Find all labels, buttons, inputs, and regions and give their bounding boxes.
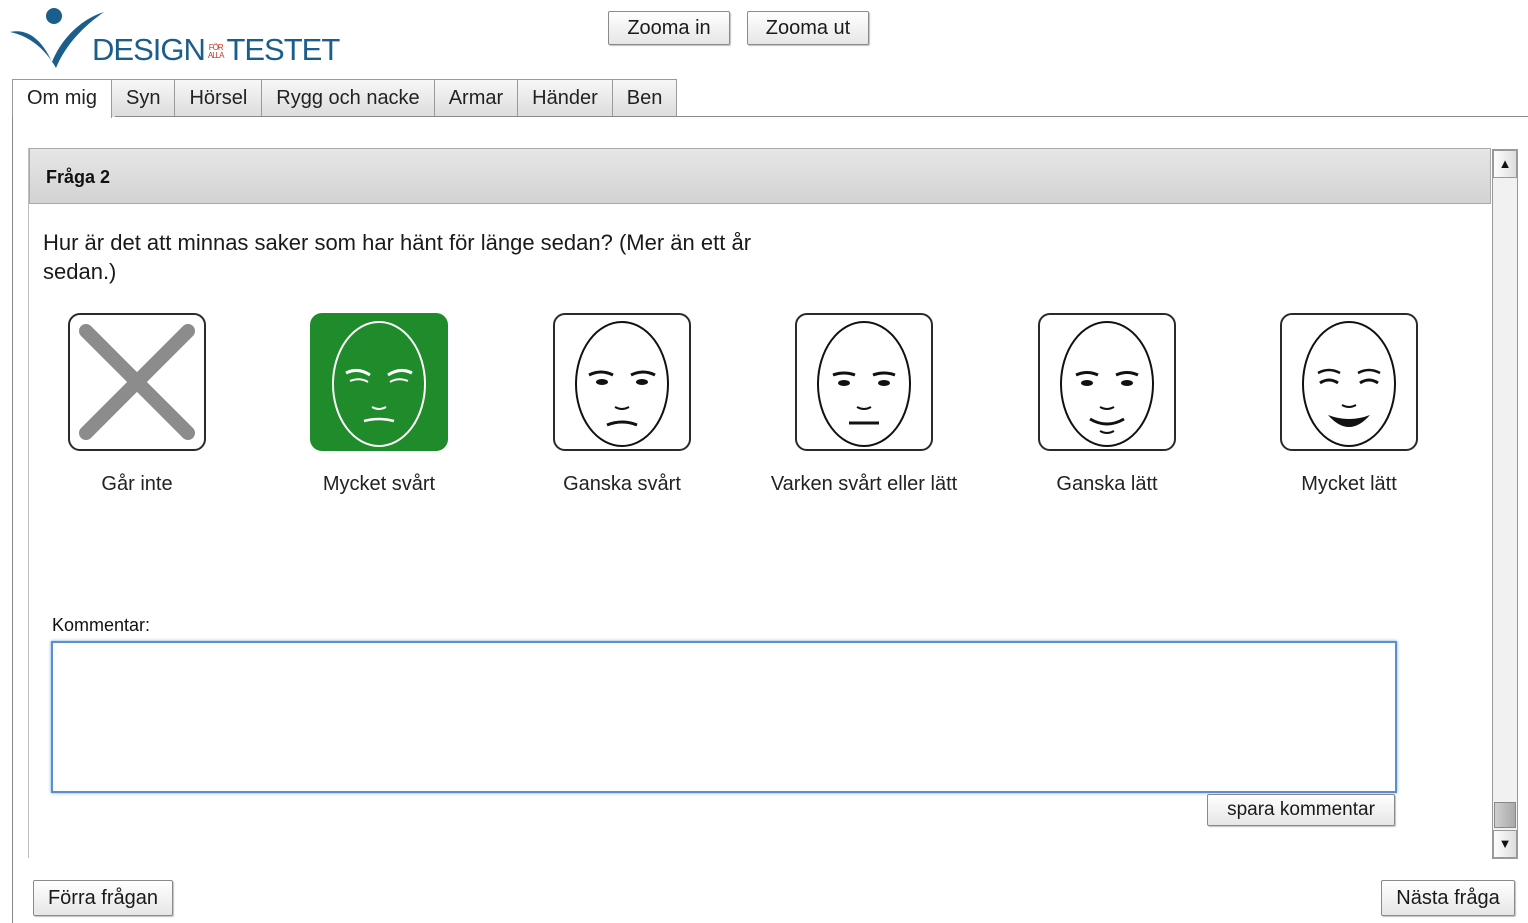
tab-syn[interactable]: Syn <box>111 79 176 117</box>
tab-armar[interactable]: Armar <box>433 79 519 117</box>
next-question-button[interactable]: Nästa fråga <box>1381 880 1515 916</box>
option-ganska-latt[interactable]: Ganska lätt <box>997 313 1217 497</box>
face-very-hard-icon[interactable] <box>310 313 448 451</box>
scroll-thumb[interactable] <box>1494 802 1516 828</box>
option-ganska-svart[interactable]: Ganska svårt <box>512 313 732 497</box>
content-border <box>12 116 13 923</box>
cross-icon[interactable] <box>68 313 206 451</box>
option-label: Ganska svårt <box>563 473 681 495</box>
face-neutral-icon[interactable] <box>795 313 933 451</box>
tab-horsel[interactable]: Hörsel <box>174 79 263 117</box>
logo-text: DESIGN FÖR ALLATESTET <box>92 32 340 67</box>
option-label: Ganska lätt <box>1056 473 1158 495</box>
zoom-out-button[interactable]: Zooma ut <box>747 11 869 45</box>
question-header: Fråga 2 <box>29 148 1491 204</box>
option-label: Går inte <box>101 473 173 495</box>
previous-question-button[interactable]: Förra frågan <box>33 880 173 916</box>
tab-rygg-och-nacke[interactable]: Rygg och nacke <box>261 79 435 117</box>
option-label: Varken svårt eller lätt <box>770 473 958 495</box>
zoom-in-button[interactable]: Zooma in <box>608 11 730 45</box>
question-title: Fråga 2 <box>46 167 111 187</box>
comment-textarea[interactable] <box>51 641 1397 793</box>
comment-label: Kommentar: <box>52 615 151 635</box>
category-tabs: Om mig Syn Hörsel Rygg och nacke Armar H… <box>12 79 678 118</box>
option-varken-svart-eller-latt[interactable]: Varken svårt eller lätt <box>754 313 974 497</box>
face-rather-easy-icon[interactable] <box>1038 313 1176 451</box>
option-gar-inte[interactable]: Går inte <box>27 313 247 497</box>
tab-hander[interactable]: Händer <box>517 79 613 117</box>
vertical-scrollbar[interactable]: ▲ ▼ <box>1492 149 1518 859</box>
face-rather-hard-icon[interactable] <box>553 313 691 451</box>
option-label: Mycket lätt <box>1301 473 1397 495</box>
scroll-up-icon[interactable]: ▲ <box>1493 150 1517 178</box>
option-mycket-svart[interactable]: Mycket svårt <box>269 313 489 497</box>
option-mycket-latt[interactable]: Mycket lätt <box>1239 313 1459 497</box>
tab-divider <box>115 116 1528 117</box>
option-label: Mycket svårt <box>322 473 436 495</box>
tab-om-mig[interactable]: Om mig <box>12 79 112 118</box>
design-for-alla-logo: DESIGN FÖR ALLATESTET <box>8 6 340 70</box>
tab-ben[interactable]: Ben <box>611 79 678 117</box>
scroll-down-icon[interactable]: ▼ <box>1493 830 1517 858</box>
question-text: Hur är det att minnas saker som har hänt… <box>43 230 752 284</box>
save-comment-button[interactable]: spara kommentar <box>1207 794 1395 826</box>
face-very-easy-icon[interactable] <box>1280 313 1418 451</box>
